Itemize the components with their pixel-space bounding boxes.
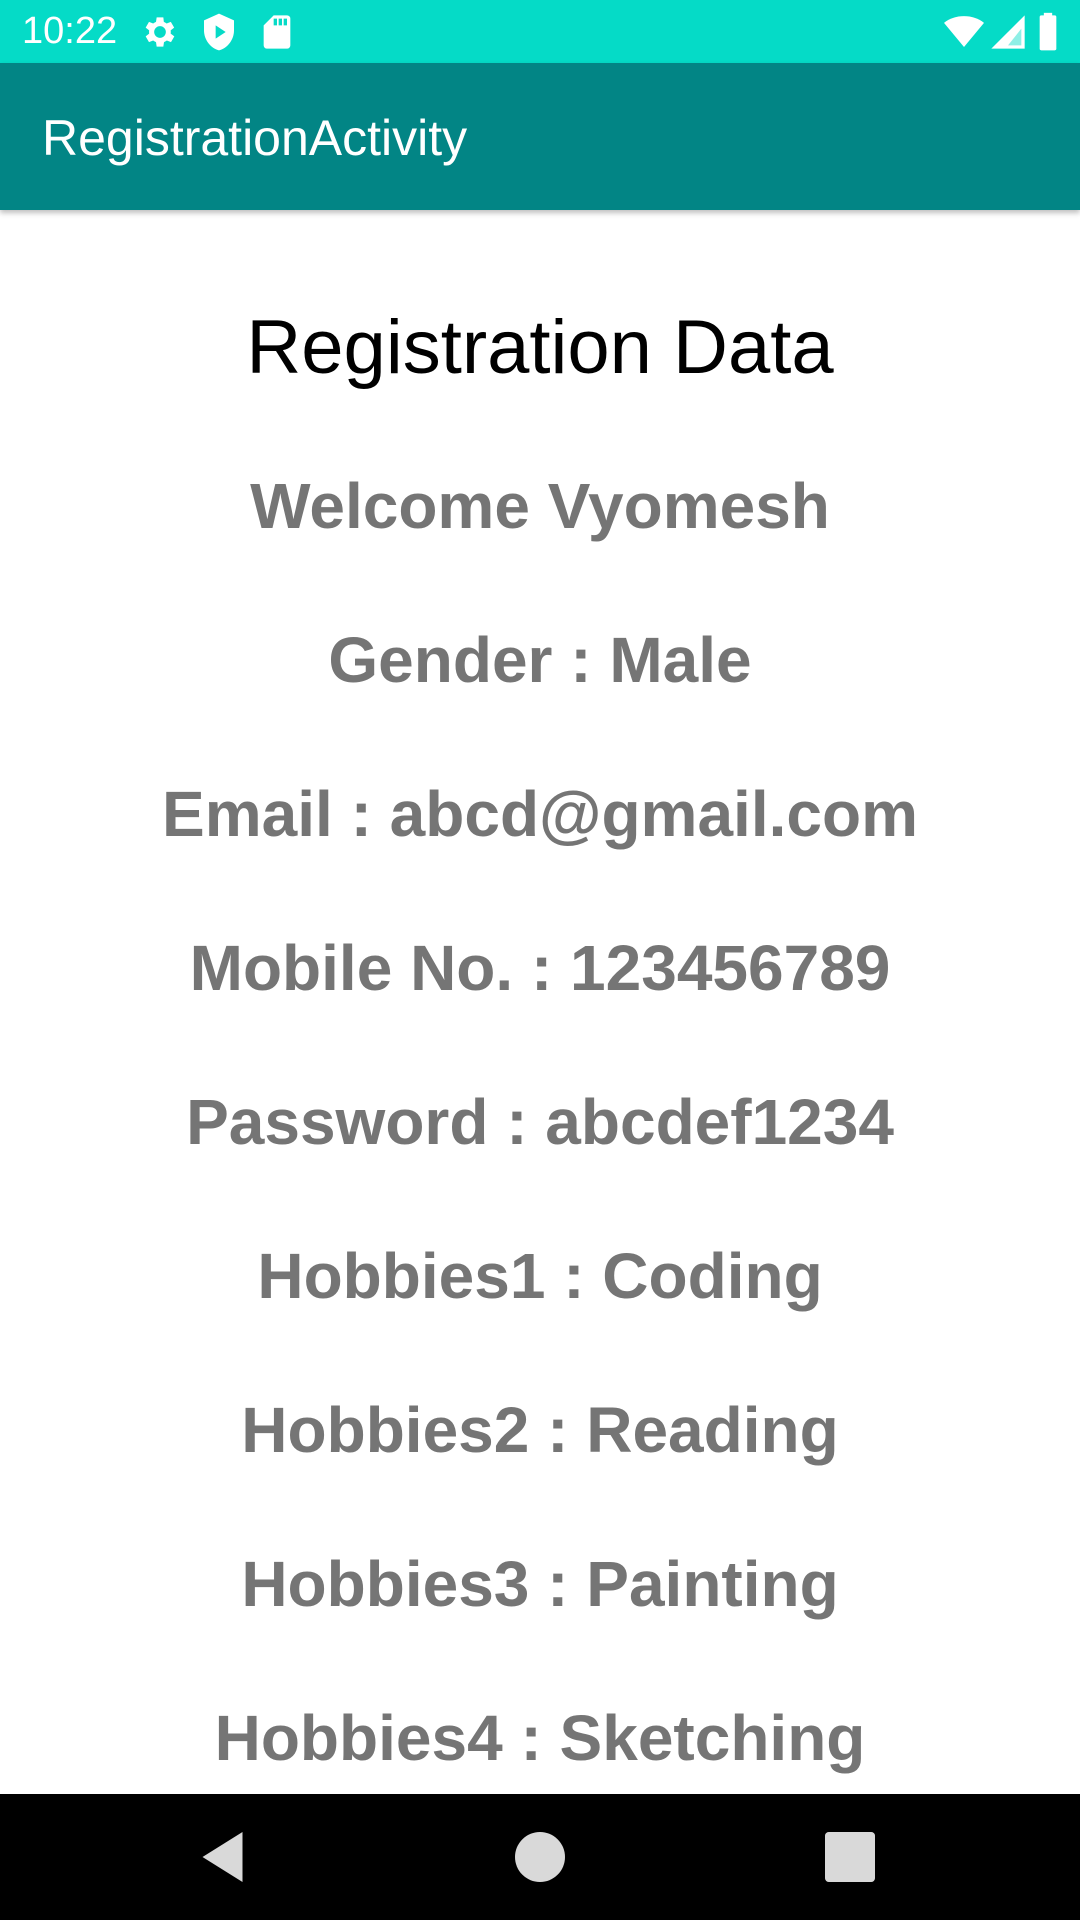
hobby4-text: Hobbies4 : Sketching — [214, 1702, 866, 1774]
page-heading: Registration Data — [246, 305, 834, 390]
mobile-text: Mobile No. : 123456789 — [189, 932, 891, 1004]
wifi-icon — [944, 16, 984, 47]
hobby3-text: Hobbies3 : Painting — [241, 1548, 839, 1620]
shield-play-icon — [204, 13, 234, 51]
back-icon[interactable] — [195, 1827, 255, 1887]
status-bar: 10:22 — [0, 0, 1080, 63]
hobby1-text: Hobbies1 : Coding — [257, 1240, 823, 1312]
recents-icon[interactable] — [820, 1827, 880, 1887]
navigation-bar — [0, 1794, 1080, 1920]
app-bar: RegistrationActivity — [0, 63, 1080, 210]
battery-icon — [1039, 12, 1057, 51]
status-time: 10:22 — [22, 10, 118, 52]
screen: 10:22 RegistrationActivity Registration … — [0, 0, 1080, 1920]
hobby2-text: Hobbies2 : Reading — [241, 1394, 839, 1466]
gear-icon — [145, 17, 175, 47]
registration-content: Registration Data Welcome Vyomesh Gender… — [0, 210, 1080, 1794]
cell-signal-icon — [991, 15, 1025, 49]
sd-card-icon — [263, 15, 291, 49]
welcome-text: Welcome Vyomesh — [250, 470, 830, 542]
home-icon[interactable] — [510, 1827, 570, 1887]
email-text: Email : abcd@gmail.com — [162, 778, 918, 850]
app-title: RegistrationActivity — [42, 110, 468, 166]
password-text: Password : abcdef1234 — [186, 1086, 894, 1158]
gender-text: Gender : Male — [328, 624, 752, 696]
